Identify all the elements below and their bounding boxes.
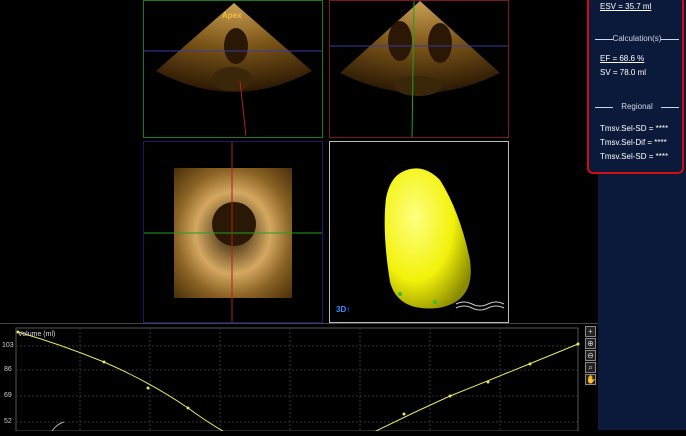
ytick-103: 103: [2, 342, 14, 349]
results-box: ESV = 35.7 ml Calculation(s) EF = 68.6 %…: [587, 0, 684, 174]
calculations-header: Calculation(s): [593, 34, 681, 43]
search-icon[interactable]: ⌕: [585, 362, 596, 373]
short-axis-ultrasound-image: [144, 142, 322, 322]
ytick-52: 52: [4, 418, 12, 425]
tmsv-dif-value: Tmsv.Sel-Dif = ****: [600, 138, 667, 147]
esv-value: ESV = 35.7 ml: [600, 2, 652, 11]
tmsv-sd-value: Tmsv.Sel-SD = ****: [600, 124, 669, 133]
four-chamber-ultrasound-image: [330, 1, 508, 137]
tmsv-sd2-value: Tmsv.Sel-SD = ****: [600, 152, 669, 161]
ef-value: EF = 68.6 %: [600, 54, 644, 63]
apex-label: Apex: [222, 11, 242, 20]
short-axis-view-viewport[interactable]: [143, 141, 323, 323]
zoom-icon[interactable]: ⊕: [585, 338, 596, 349]
apical-view-viewport[interactable]: Apex: [143, 0, 323, 138]
hand-pan-icon[interactable]: ✋: [585, 374, 596, 385]
sv-value: SV = 78.0 ml: [600, 68, 647, 77]
volume-graph-plot: [15, 327, 580, 435]
volume-graph[interactable]: Volume (ml) 103 86 69 52 + ⊕ ⊖ ⌕ ✋: [0, 323, 598, 435]
regional-header: Regional: [593, 102, 681, 111]
lv-3d-model: [384, 168, 505, 311]
3d-badge: 3D↑: [336, 305, 351, 314]
apical-ultrasound-image: [144, 3, 322, 137]
ytick-86: 86: [4, 366, 12, 373]
zoom-in-icon[interactable]: +: [585, 326, 596, 337]
3d-lv-model-viewport[interactable]: 3D↑: [329, 141, 509, 323]
four-chamber-view-viewport[interactable]: [329, 0, 509, 138]
ef-text: EF = 68.6 %: [600, 54, 645, 63]
ytick-69: 69: [4, 392, 12, 399]
zoom-out-icon[interactable]: ⊖: [585, 350, 596, 361]
volume-axis-label: Volume (ml): [18, 331, 56, 338]
